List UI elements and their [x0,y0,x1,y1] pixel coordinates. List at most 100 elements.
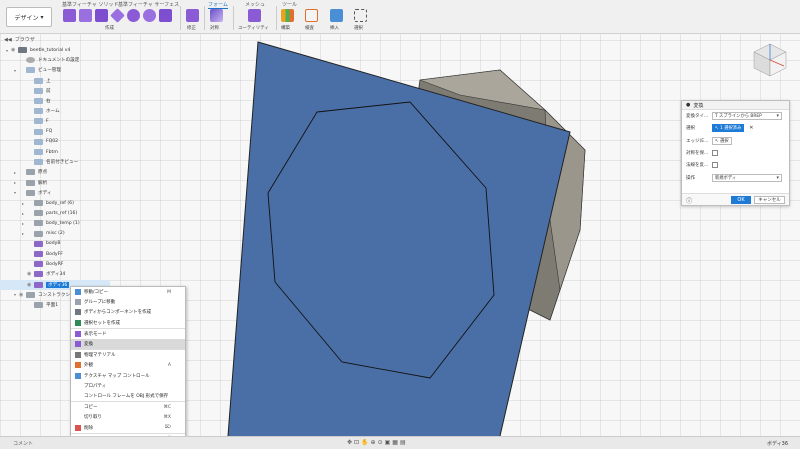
browser-item[interactable]: Fbtm [0,147,110,157]
expand-arrow-icon[interactable]: ▸ [22,201,27,206]
workspace-switcher[interactable]: デザイン ▾ [6,7,52,27]
expand-arrow-icon[interactable]: ▸ [22,221,27,226]
menu-item[interactable]: 移動/コピー M [71,287,185,297]
browser-item[interactable]: ▸ parts_ref (16) [0,208,110,218]
menu-item[interactable]: グループに移動 [71,297,185,307]
browser-item[interactable]: ▸ body_temp (1) [0,218,110,228]
menu-item[interactable]: 表示モード [71,329,185,339]
edge-select-button[interactable]: ↖ 選択 [712,137,732,145]
browser-item[interactable]: BodyRF [0,259,110,269]
box-icon[interactable] [79,9,92,22]
browser-item[interactable]: 前 [0,86,110,96]
edit-form-icon[interactable] [186,9,199,22]
menu-item[interactable]: プロパティ [71,381,185,391]
menu-item[interactable]: コントロール フレームを OBJ 形式で保存 [71,391,185,401]
sphere-icon[interactable] [143,9,156,22]
browser-item[interactable]: BodyFF [0,249,110,259]
plane-icon[interactable] [95,9,108,22]
info-icon[interactable]: ⓘ [686,196,692,205]
menu-item[interactable]: 物理マテリアル [71,350,185,360]
grid-icon[interactable]: ▦ [392,439,398,446]
menu-item[interactable]: コピー ⌘C [71,402,185,412]
menu-item[interactable]: ボディからコンポーネントを作成 [71,307,185,317]
tab-mesh[interactable]: メッシュ [245,1,265,8]
visibility-eye-icon[interactable]: ◉ [11,47,18,53]
measure-icon[interactable] [305,9,318,22]
pan-icon[interactable]: ✋ [361,439,368,446]
menu-item[interactable]: 選択セットを作成 [71,318,185,328]
insert-image-icon[interactable] [330,9,343,22]
browser-item[interactable]: ▾ ビュー管理 [0,65,110,75]
zoom-icon[interactable]: ⊕ [371,439,376,446]
browser-item[interactable]: ▸ body_ref (6) [0,198,110,208]
group-insert[interactable]: 挿入 [330,25,339,31]
expand-arrow-icon[interactable]: ▾ [14,68,19,73]
construct-icon[interactable] [281,9,294,22]
keep-symmetry-checkbox[interactable] [712,150,718,156]
browser-item[interactable]: 上 [0,76,110,86]
symmetry-icon[interactable] [210,9,223,22]
select-icon[interactable] [354,9,367,22]
orbit-icon[interactable]: ✥ [347,439,352,446]
browser-item[interactable]: F [0,116,110,126]
utility-icon[interactable] [248,9,261,22]
browser-item[interactable]: ▸ 解析 [0,178,110,188]
menu-item[interactable]: 削除 ⌦ [71,422,185,432]
viewcube[interactable] [748,38,792,82]
group-select[interactable]: 選択 [354,25,363,31]
look-at-icon[interactable]: ⊡ [354,439,359,446]
group-construct[interactable]: 構築 [281,25,290,31]
browser-item[interactable]: bodyB [0,239,110,249]
comment-label[interactable]: コメント [13,440,33,447]
torus-icon[interactable] [159,9,172,22]
menu-item[interactable]: 変換 [71,338,185,350]
tab-surface[interactable]: 基準フィーチャ サーフェス [118,1,179,8]
group-inspect[interactable]: 検査 [305,25,314,31]
browser-item[interactable]: ◉ ボディ34 [0,269,110,279]
tab-tools[interactable]: ツール [282,1,297,8]
flip-normal-checkbox[interactable] [712,162,718,168]
browser-item[interactable]: FQ [0,127,110,137]
expand-arrow-icon[interactable]: ▸ [14,180,19,185]
zoom-window-icon[interactable]: ⊙ [378,439,383,446]
clear-selection-icon[interactable]: ✕ [749,125,753,131]
expand-arrow-icon[interactable]: ▸ [14,170,19,175]
browser-item[interactable]: FQ02 [0,137,110,147]
browser-header[interactable]: ◀◀ ブラウザ [0,35,110,44]
browser-item[interactable]: ▸ misc (2) [0,229,110,239]
visibility-eye-icon[interactable]: ◉ [27,271,34,277]
group-symmetry[interactable]: 対称 [210,25,219,31]
display-settings-icon[interactable]: ▣ [385,439,391,446]
browser-item[interactable]: ▾ ボディ [0,188,110,198]
cancel-button[interactable]: キャンセル [754,196,785,204]
viewports-icon[interactable]: ▤ [400,439,406,446]
selection-button[interactable]: ↖ 1 選択済み [712,124,745,132]
browser-item[interactable]: 右 [0,96,110,106]
browser-item[interactable]: ▸ 原点 [0,167,110,177]
operation-select[interactable]: 新規ボディ [712,174,782,182]
browser-item[interactable]: ▾ ◉ beetle_tutorial v4 [0,45,110,55]
quadball-icon[interactable] [110,8,125,23]
menu-item[interactable]: 切り取り ⌘X [71,412,185,422]
expand-arrow-icon[interactable]: ▾ [14,190,19,195]
create-form-icon[interactable] [63,9,76,22]
cylinder-icon[interactable] [127,9,140,22]
menu-item[interactable]: 外観 A [71,360,185,370]
group-modify[interactable]: 修正 [187,25,196,31]
browser-item[interactable]: ドキュメントの設定 [0,55,110,65]
group-create[interactable]: 作成 [105,25,114,31]
convert-type-select[interactable]: T スプラインから BREP [712,112,782,120]
expand-arrow-icon[interactable]: ▸ [22,211,27,216]
group-utility[interactable]: ユーティリティ [238,25,269,31]
browser-item[interactable]: ホーム [0,106,110,116]
visibility-eye-icon[interactable]: ◉ [19,292,26,298]
tab-form[interactable]: フォーム [208,1,228,9]
ok-button[interactable]: OK [731,196,751,204]
browser-item[interactable]: 名前付きビュー [0,157,110,167]
visibility-eye-icon[interactable]: ◉ [27,282,34,288]
expand-arrow-icon[interactable]: ▸ [22,231,27,236]
collapse-icon[interactable]: ◀◀ [4,37,12,43]
tab-solid[interactable]: 基準フィーチャ ソリッド [62,1,118,8]
dialog-title-bar[interactable]: ● 変換 [682,101,789,110]
menu-item[interactable]: テクスチャ マップ コントロール [71,371,185,381]
